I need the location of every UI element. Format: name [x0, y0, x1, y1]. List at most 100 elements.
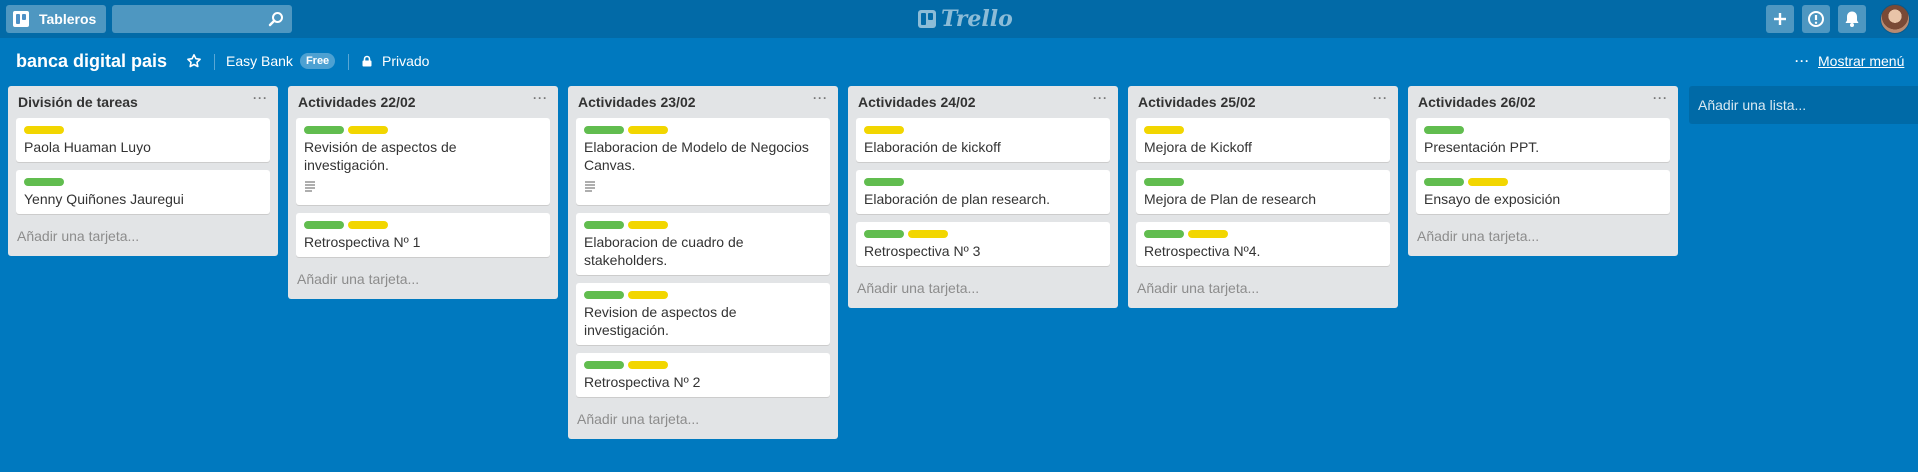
card[interactable]: Elaboración de kickoff [856, 118, 1110, 162]
card[interactable]: Retrospectiva Nº 2 [576, 353, 830, 397]
card[interactable]: Elaboracion de Modelo de Negocios Canvas… [576, 118, 830, 205]
list-header[interactable]: Actividades 25/02 ··· [1128, 86, 1398, 118]
team-plan-badge: Free [299, 53, 336, 69]
card-label-yellow [348, 126, 388, 134]
team-button[interactable]: Easy Bank Free [226, 53, 336, 69]
card[interactable]: Elaboración de plan research. [856, 170, 1110, 214]
header-divider [214, 54, 215, 70]
card-labels [24, 126, 262, 134]
card-labels [1424, 126, 1662, 134]
add-card-button[interactable]: Añadir una tarjeta... [1128, 274, 1398, 308]
list-header[interactable]: Actividades 24/02 ··· [848, 86, 1118, 118]
trello-logo-icon [918, 10, 936, 28]
star-icon[interactable] [186, 53, 202, 69]
add-card-button[interactable]: Añadir una tarjeta... [568, 405, 838, 439]
card-label-yellow [628, 221, 668, 229]
search-icon[interactable] [268, 11, 284, 27]
add-card-button[interactable]: Añadir una tarjeta... [848, 274, 1118, 308]
card-label-yellow [24, 126, 64, 134]
card-label-yellow [864, 126, 904, 134]
card-label-green [1424, 178, 1464, 186]
card-label-green [304, 221, 344, 229]
list-menu-icon[interactable]: ··· [1653, 92, 1668, 104]
list: Actividades 24/02 ··· Elaboración de kicko… [848, 86, 1118, 308]
add-button[interactable] [1766, 5, 1794, 33]
list-menu-icon[interactable]: ··· [1373, 92, 1388, 104]
search-box[interactable] [112, 5, 292, 33]
card[interactable]: Retrospectiva Nº 3 [856, 222, 1110, 266]
show-menu-button[interactable]: ··· Mostrar menú [1795, 53, 1904, 69]
add-card-button[interactable]: Añadir una tarjeta... [8, 222, 278, 256]
card-title: Retrospectiva Nº 2 [584, 374, 701, 390]
card[interactable]: Retrospectiva Nº4. [1136, 222, 1390, 266]
card[interactable]: Paola Huaman Luyo [16, 118, 270, 162]
list: Actividades 22/02 ··· Revisión de aspectos… [288, 86, 558, 299]
list-title: Actividades 25/02 [1138, 94, 1256, 110]
card-title: Ensayo de exposición [1424, 191, 1561, 207]
boards-button[interactable]: Tableros [6, 5, 106, 33]
list: Actividades 23/02 ··· Elaboracion de Model… [568, 86, 838, 439]
card[interactable]: Yenny Quiñones Jauregui [16, 170, 270, 214]
list-header[interactable]: Actividades 26/02 ··· [1408, 86, 1678, 118]
card-labels [864, 126, 1102, 134]
more-dots-icon: ··· [1795, 54, 1810, 68]
card-label-green [864, 178, 904, 186]
board-title[interactable]: banca digital pais [16, 51, 167, 72]
card-title: Mejora de Plan de research [1144, 191, 1316, 207]
board-header: banca digital pais Easy Bank Free Privad… [0, 38, 1918, 86]
list-header[interactable]: Actividades 22/02 ··· [288, 86, 558, 118]
description-icon [305, 181, 315, 192]
list-menu-icon[interactable]: ··· [533, 92, 548, 104]
notifications-button[interactable] [1838, 5, 1866, 33]
card-title: Presentación PPT. [1424, 139, 1540, 155]
card-title: Elaboracion de Modelo de Negocios Canvas… [584, 139, 809, 173]
card-labels [864, 230, 1102, 238]
card-labels [1424, 178, 1662, 186]
card[interactable]: Ensayo de exposición [1416, 170, 1670, 214]
card[interactable]: Mejora de Plan de research [1136, 170, 1390, 214]
top-header: Tableros Trello [0, 0, 1918, 38]
card-label-green [1144, 178, 1184, 186]
card[interactable]: Mejora de Kickoff [1136, 118, 1390, 162]
list: Actividades 26/02 ··· Presentación PPT. Ens… [1408, 86, 1678, 256]
trello-logo[interactable]: Trello [918, 6, 1013, 32]
card-label-yellow [1144, 126, 1184, 134]
card-label-yellow [628, 126, 668, 134]
trello-logo-text: Trello [941, 6, 1013, 32]
info-button[interactable] [1802, 5, 1830, 33]
card-labels [1144, 178, 1382, 186]
show-menu-label: Mostrar menú [1818, 53, 1905, 69]
list-title: Actividades 22/02 [298, 94, 416, 110]
card-title: Elaboración de kickoff [864, 139, 1001, 155]
card-label-yellow [348, 221, 388, 229]
visibility-button[interactable]: Privado [361, 53, 429, 69]
card-labels [1144, 230, 1382, 238]
card[interactable]: Retrospectiva Nº 1 [296, 213, 550, 257]
card[interactable]: Elaboracion de cuadro de stakeholders. [576, 213, 830, 275]
list-menu-icon[interactable]: ··· [1093, 92, 1108, 104]
list-menu-icon[interactable]: ··· [813, 92, 828, 104]
add-card-button[interactable]: Añadir una tarjeta... [288, 265, 558, 299]
card-labels [304, 221, 542, 229]
list-header[interactable]: División de tareas ··· [8, 86, 278, 118]
list-header[interactable]: Actividades 23/02 ··· [568, 86, 838, 118]
search-input[interactable] [112, 5, 262, 33]
card-title: Elaboracion de cuadro de stakeholders. [584, 234, 744, 268]
list-title: Actividades 24/02 [858, 94, 976, 110]
card[interactable]: Revisión de aspectos de investigación. [296, 118, 550, 205]
list-menu-icon[interactable]: ··· [253, 92, 268, 104]
list-title: Actividades 23/02 [578, 94, 696, 110]
card-label-yellow [908, 230, 948, 238]
card-label-green [1144, 230, 1184, 238]
card[interactable]: Presentación PPT. [1416, 118, 1670, 162]
card-labels [24, 178, 262, 186]
card-label-green [24, 178, 64, 186]
user-avatar[interactable] [1880, 4, 1910, 34]
card-label-yellow [1468, 178, 1508, 186]
card[interactable]: Revision de aspectos de investigación. [576, 283, 830, 345]
team-name: Easy Bank [226, 53, 293, 69]
add-list-button[interactable]: Añadir una lista... [1689, 86, 1918, 124]
add-card-button[interactable]: Añadir una tarjeta... [1408, 222, 1678, 256]
card-label-green [864, 230, 904, 238]
list-title: Actividades 26/02 [1418, 94, 1536, 110]
